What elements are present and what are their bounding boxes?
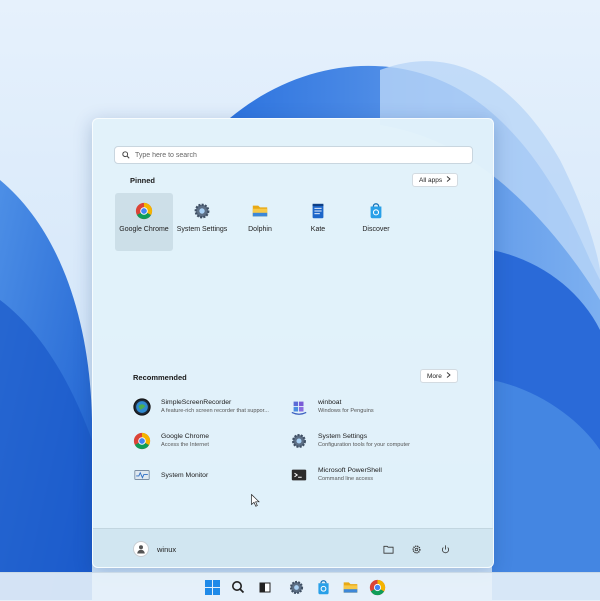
pinned-app-kate[interactable]: Kate (289, 193, 347, 251)
more-button[interactable]: More (420, 369, 458, 383)
recommended-item-name: Microsoft PowerShell (318, 467, 382, 474)
chevron-right-icon (446, 372, 451, 380)
windows-start-button[interactable] (203, 578, 221, 596)
taskbar-system-settings[interactable] (287, 578, 305, 596)
pinned-app-label: Kate (310, 226, 326, 233)
chevron-right-icon (446, 176, 451, 184)
terminal-icon (291, 469, 307, 481)
user-account-button[interactable]: winux (133, 541, 176, 557)
system-monitor-icon (134, 470, 150, 480)
pinned-app-label: Dolphin (248, 226, 272, 233)
task-view-icon (259, 582, 271, 593)
recommended-item-name: winboat (318, 399, 342, 406)
pinned-title: Pinned (130, 176, 156, 185)
taskbar (0, 572, 600, 601)
user-name: winux (157, 544, 177, 554)
chrome-icon (369, 579, 385, 595)
folder-icon[interactable] (383, 544, 394, 555)
pinned-app-label: Discover (362, 226, 390, 233)
gear-icon (292, 434, 306, 448)
recommended-item-google-chrome[interactable]: Google Chrome Access the Internet (133, 429, 283, 453)
recommended-item-name: System Settings (318, 433, 368, 440)
search-icon (119, 148, 133, 162)
user-icon (137, 545, 145, 554)
power-icon[interactable] (440, 544, 451, 555)
recommended-item-desc: Configuration tools for your computer (318, 442, 411, 448)
winboat-icon (291, 401, 307, 415)
start-menu: Pinned All apps Google Chrome System Set… (92, 118, 494, 568)
recommended-item-desc: Command line access (318, 476, 374, 482)
windows-start-icon (204, 579, 220, 595)
recommended-item-desc: Windows for Penguins (318, 408, 374, 414)
taskbar-dolphin[interactable] (341, 578, 359, 596)
gear-icon[interactable] (411, 544, 422, 555)
discover-icon (370, 203, 382, 219)
mouse-cursor-icon (251, 494, 260, 507)
kate-icon (312, 203, 324, 219)
recommended-item-system-monitor[interactable]: System Monitor (133, 463, 283, 487)
avatar (133, 541, 149, 557)
taskbar-discover[interactable] (314, 578, 332, 596)
all-apps-button[interactable]: All apps (412, 173, 459, 187)
gear-icon (194, 203, 210, 219)
all-apps-label: All apps (419, 176, 443, 184)
search-icon (232, 581, 245, 594)
gear-icon (289, 580, 303, 594)
task-view-button[interactable] (256, 578, 274, 596)
recommended-item-name: SimpleScreenRecorder (161, 399, 232, 406)
recommended-item-desc: Access the Internet (161, 442, 209, 448)
chrome-icon (133, 432, 151, 450)
recommended-item-system-settings[interactable]: System Settings Configuration tools for … (290, 429, 440, 453)
more-label: More (427, 372, 442, 380)
discover-icon (317, 579, 329, 594)
pinned-app-label: Google Chrome (119, 226, 169, 233)
recommended-item-name: Google Chrome (161, 433, 209, 440)
pinned-app-system-settings[interactable]: System Settings (173, 193, 231, 251)
pinned-apps-grid: Google Chrome System Settings Dolphin Ka… (115, 193, 405, 251)
recommended-item-winboat[interactable]: winboat Windows for Penguins (290, 395, 440, 419)
pinned-app-dolphin[interactable]: Dolphin (231, 193, 289, 251)
search-input[interactable] (133, 151, 472, 159)
pinned-app-discover[interactable]: Discover (347, 193, 405, 251)
recommended-item-microsoft-powershell[interactable]: Microsoft PowerShell Command line access (290, 463, 440, 487)
recommended-item-simplescreenrecorder[interactable]: SimpleScreenRecorder A feature-rich scre… (133, 395, 283, 419)
pinned-app-google-chrome[interactable]: Google Chrome (115, 193, 173, 251)
recommended-item-desc: A feature-rich screen recorder that supp… (161, 408, 269, 414)
pinned-app-label: System Settings (176, 226, 228, 233)
taskbar-search-button[interactable] (229, 578, 247, 596)
chrome-icon (135, 202, 153, 220)
search-box[interactable] (114, 146, 473, 164)
folder-icon (252, 205, 268, 217)
screen-recorder-icon (133, 398, 151, 416)
start-menu-footer: winux (93, 528, 493, 567)
recommended-item-name: System Monitor (161, 471, 209, 479)
taskbar-google-chrome[interactable] (368, 578, 386, 596)
folder-icon (343, 581, 357, 593)
recommended-title: Recommended (133, 373, 187, 382)
